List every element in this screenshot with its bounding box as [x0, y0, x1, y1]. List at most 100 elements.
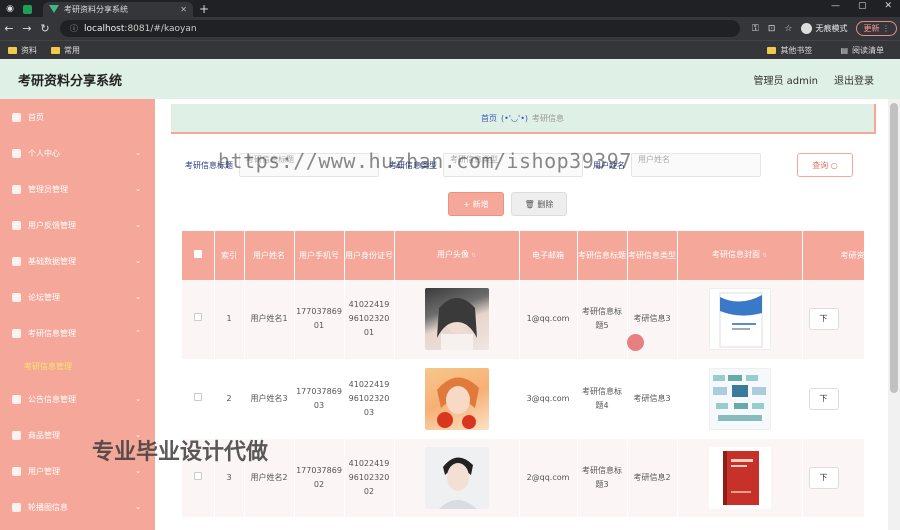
key-icon[interactable]: ⚿	[752, 24, 759, 34]
sidebar-item-notice[interactable]: 公告信息管理 ⌄	[0, 381, 155, 417]
bookmark-folder-2[interactable]: 常用	[51, 45, 80, 56]
cell-name: 用户姓名3	[244, 359, 295, 439]
reading-list[interactable]: ▤ 阅读清单	[840, 45, 884, 56]
cell-title: 考研信息标题4	[577, 359, 628, 439]
col-header-email[interactable]: 电子邮箱	[519, 231, 578, 280]
select-all-checkbox[interactable]	[193, 249, 202, 258]
col-header-file[interactable]: 考研资	[802, 231, 864, 280]
chevron-down-icon: ⌄	[135, 293, 141, 301]
sidebar-item-label: 管理员管理	[28, 184, 68, 194]
sidebar-item-profile[interactable]: 个人中心 ⌄	[0, 135, 155, 171]
other-bookmarks[interactable]: 其他书签	[767, 45, 812, 56]
sort-icon[interactable]: ⇅	[471, 252, 476, 259]
row-checkbox[interactable]	[193, 313, 202, 322]
delete-button[interactable]: 🗑︎ 删除	[511, 192, 567, 216]
incognito-icon	[801, 23, 813, 34]
scrollbar-thumb[interactable]	[890, 103, 898, 393]
cell-cover	[677, 438, 803, 518]
address-input[interactable]: ⓘ localhost:8081/#/kaoyan	[60, 20, 740, 37]
browser-tab-active[interactable]: 考研资料分享系统 ✕	[43, 2, 193, 17]
folder-icon	[767, 46, 777, 54]
url-path: :8081/#/kaoyan	[124, 23, 197, 34]
select-all-header[interactable]	[182, 231, 215, 280]
feedback-icon	[12, 220, 21, 230]
chevron-down-icon: ⌄	[135, 185, 141, 193]
sidebar-item-feedback[interactable]: 用户反馈管理 ⌄	[0, 207, 155, 243]
add-button[interactable]: + 新增	[448, 192, 504, 216]
sidebar-item-forum[interactable]: 论坛管理 ⌄	[0, 279, 155, 315]
page-scrollbar[interactable]	[888, 99, 900, 530]
cell-index: 1	[214, 280, 245, 360]
chart-icon	[12, 466, 21, 476]
avatar-portrait-1	[436, 298, 477, 351]
col-header-type[interactable]: 考研信息类型	[627, 231, 678, 280]
cell-title: 考研信息标题5	[577, 280, 628, 360]
forum-icon	[12, 292, 21, 302]
new-tab-icon[interactable]: +	[199, 2, 209, 16]
data-icon	[12, 256, 21, 266]
col-header-cover[interactable]: 考研信息封面 ⇅	[677, 231, 803, 280]
chevron-down-icon: ⌄	[135, 503, 141, 511]
col-header-index[interactable]: 索引	[214, 231, 245, 280]
table-row: 1 用户姓名1 17703786901 410224199610232001 1…	[182, 280, 864, 360]
translate-icon[interactable]: ⊡	[768, 24, 776, 34]
reload-icon[interactable]: ↻	[36, 22, 54, 35]
cell-cover	[677, 280, 803, 360]
header-label: 用户身份证号	[345, 250, 393, 260]
cell-phone: 17703786903	[294, 359, 345, 439]
col-header-idcard[interactable]: 用户身份证号	[344, 231, 395, 280]
header-label: 用户头像	[436, 250, 469, 259]
sidebar-item-carousel[interactable]: 轮播图信息 ⌄	[0, 489, 155, 525]
browser-menu-icon[interactable]: ◉	[3, 2, 17, 16]
close-window-icon[interactable]: ✕	[884, 1, 892, 11]
browser-tab-inactive[interactable]	[17, 2, 43, 17]
data-table: 索引 用户姓名 用户手机号 用户身份证号 用户头像 ⇅ 电子邮箱 考研信息标题 考…	[182, 231, 864, 530]
cell-phone: 17703786901	[294, 280, 345, 360]
header-label: 用户姓名	[253, 250, 285, 260]
bookmark-label: 阅读清单	[852, 45, 884, 55]
click-indicator	[627, 334, 644, 351]
col-header-phone[interactable]: 用户手机号	[294, 231, 345, 280]
image-icon	[12, 502, 21, 512]
search-button[interactable]: 查询 ○	[797, 153, 853, 177]
col-header-name[interactable]: 用户姓名	[244, 231, 295, 280]
message-icon	[12, 328, 21, 338]
breadcrumb-home[interactable]: 首页	[481, 113, 497, 124]
table-row: 3 用户姓名2 17703786902 410224199610232002 2…	[182, 438, 864, 518]
sidebar-item-admins[interactable]: 管理员管理 ⌄	[0, 171, 155, 207]
sidebar-item-kaoyan[interactable]: 考研信息管理 ⌃	[0, 315, 155, 351]
chevron-down-icon: ⌄	[135, 467, 141, 475]
chevron-down-icon: ⌄	[135, 221, 141, 229]
maximize-icon[interactable]: ▢	[858, 1, 867, 11]
download-button[interactable]: 下	[808, 466, 839, 489]
admin-icon	[12, 184, 21, 194]
forward-icon[interactable]: →	[18, 22, 36, 35]
home-icon	[12, 112, 21, 122]
close-tab-icon[interactable]: ✕	[180, 5, 187, 14]
minimize-icon[interactable]: —	[831, 1, 840, 11]
sidebar-item-label: 用户反馈管理	[28, 220, 76, 230]
row-checkbox[interactable]	[193, 471, 202, 480]
username-search-input[interactable]: 用户姓名	[631, 153, 761, 177]
info-icon[interactable]: ⓘ	[70, 23, 78, 34]
url-watermark: https://www.huzhan.com/ishop39397	[218, 149, 632, 173]
back-icon[interactable]: ←	[0, 22, 18, 35]
update-button[interactable]: 更新 ⋮	[856, 21, 898, 36]
sidebar-subitem-kaoyan[interactable]: 考研信息管理	[0, 351, 155, 381]
star-icon[interactable]: ☆	[784, 24, 792, 34]
download-button[interactable]: 下	[808, 387, 839, 410]
cell-avatar	[394, 359, 520, 439]
row-checkbox[interactable]	[193, 392, 202, 401]
op-label: 下	[819, 472, 828, 482]
sidebar-item-home[interactable]: 首页	[0, 99, 155, 135]
col-header-avatar[interactable]: 用户头像 ⇅	[394, 231, 520, 280]
cover-image	[708, 446, 771, 509]
incognito-profile[interactable]: 无痕模式	[801, 23, 847, 34]
col-header-title[interactable]: 考研信息标题	[577, 231, 628, 280]
folder-icon	[8, 46, 17, 54]
sidebar-item-basic-data[interactable]: 基础数据管理 ⌄	[0, 243, 155, 279]
download-button[interactable]: 下	[808, 308, 839, 331]
sort-icon[interactable]: ⇅	[762, 252, 767, 259]
logout-link[interactable]: 退出登录	[834, 72, 874, 87]
bookmark-folder-1[interactable]: 资料	[8, 45, 37, 56]
